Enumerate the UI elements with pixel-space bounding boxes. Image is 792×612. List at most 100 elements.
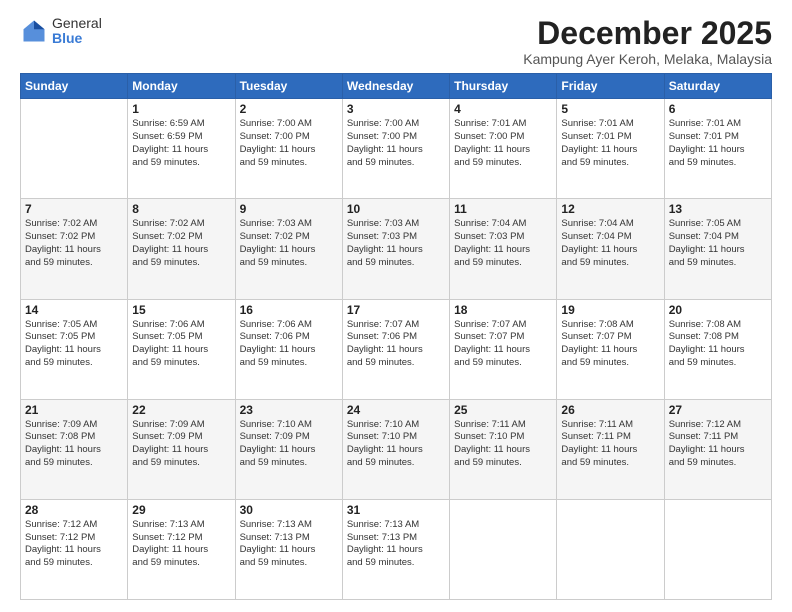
calendar-cell: 24Sunrise: 7:10 AM Sunset: 7:10 PM Dayli…: [342, 399, 449, 499]
logo-text: General Blue: [52, 16, 102, 47]
weekday-header-thursday: Thursday: [450, 74, 557, 99]
calendar-week-row: 28 Sunrise: 7:12 AM Sunset: 7:12 PM Dayli…: [21, 499, 772, 599]
day-number: 15: [132, 303, 230, 317]
weekday-header-saturday: Saturday: [664, 74, 771, 99]
day-info: Sunrise: 7:01 AM Sunset: 7:01 PM Dayligh…: [561, 118, 659, 169]
day-info: Sunrise: 7:06 AM Sunset: 7:06 PM Dayligh…: [240, 319, 338, 370]
day-number: 30: [240, 503, 338, 517]
day-info: Sunrise: 7:04 AM Sunset: 7:03 PM Dayligh…: [454, 218, 552, 269]
day-info: Sunrise: 6:59 AM Sunset: 6:59 PM Dayligh…: [132, 118, 230, 169]
calendar-cell: 1 Sunrise: 6:59 AM Sunset: 6:59 PM Daylig…: [128, 99, 235, 199]
calendar-table: SundayMondayTuesdayWednesdayThursdayFrid…: [20, 73, 772, 600]
day-info: Sunrise: 7:02 AM Sunset: 7:02 PM Dayligh…: [132, 218, 230, 269]
day-info: Sunrise: 7:10 AM Sunset: 7:09 PM Dayligh…: [240, 419, 338, 470]
calendar-cell: 26 Sunrise: 7:11 AM Sunset: 7:11 PM Dayli…: [557, 399, 664, 499]
calendar-subtitle: Kampung Ayer Keroh, Melaka, Malaysia: [523, 51, 772, 67]
calendar-cell: 11 Sunrise: 7:04 AM Sunset: 7:03 PM Dayli…: [450, 199, 557, 299]
day-number: 1: [132, 102, 230, 116]
day-info: Sunrise: 7:11 AM Sunset: 7:11 PM Dayligh…: [561, 419, 659, 470]
calendar-cell: 17 Sunrise: 7:07 AM Sunset: 7:06 PM Dayli…: [342, 299, 449, 399]
day-number: 31: [347, 503, 445, 517]
calendar-cell: 3 Sunrise: 7:00 AM Sunset: 7:00 PM Daylig…: [342, 99, 449, 199]
calendar-cell: 8Sunrise: 7:02 AM Sunset: 7:02 PM Daylig…: [128, 199, 235, 299]
day-number: 13: [669, 202, 767, 216]
logo-icon: [20, 17, 48, 45]
day-number: 28: [25, 503, 123, 517]
calendar-cell: 25 Sunrise: 7:11 AM Sunset: 7:10 PM Dayli…: [450, 399, 557, 499]
header: General Blue December 2025 Kampung Ayer …: [20, 16, 772, 67]
day-info: Sunrise: 7:08 AM Sunset: 7:07 PM Dayligh…: [561, 319, 659, 370]
calendar-week-row: 14Sunrise: 7:05 AM Sunset: 7:05 PM Dayli…: [21, 299, 772, 399]
calendar-week-row: 7 Sunrise: 7:02 AM Sunset: 7:02 PM Daylig…: [21, 199, 772, 299]
day-number: 14: [25, 303, 123, 317]
title-section: December 2025 Kampung Ayer Keroh, Melaka…: [523, 16, 772, 67]
day-number: 5: [561, 102, 659, 116]
day-number: 17: [347, 303, 445, 317]
day-info: Sunrise: 7:00 AM Sunset: 7:00 PM Dayligh…: [347, 118, 445, 169]
day-info: Sunrise: 7:10 AM Sunset: 7:10 PM Dayligh…: [347, 419, 445, 470]
day-info: Sunrise: 7:01 AM Sunset: 7:00 PM Dayligh…: [454, 118, 552, 169]
calendar-cell: 20 Sunrise: 7:08 AM Sunset: 7:08 PM Dayli…: [664, 299, 771, 399]
day-info: Sunrise: 7:05 AM Sunset: 7:04 PM Dayligh…: [669, 218, 767, 269]
day-number: 27: [669, 403, 767, 417]
day-info: Sunrise: 7:04 AM Sunset: 7:04 PM Dayligh…: [561, 218, 659, 269]
day-number: 10: [347, 202, 445, 216]
calendar-week-row: 1 Sunrise: 6:59 AM Sunset: 6:59 PM Daylig…: [21, 99, 772, 199]
day-info: Sunrise: 7:08 AM Sunset: 7:08 PM Dayligh…: [669, 319, 767, 370]
day-info: Sunrise: 7:13 AM Sunset: 7:12 PM Dayligh…: [132, 519, 230, 570]
day-number: 2: [240, 102, 338, 116]
day-number: 18: [454, 303, 552, 317]
day-number: 25: [454, 403, 552, 417]
day-number: 3: [347, 102, 445, 116]
calendar-cell: 12 Sunrise: 7:04 AM Sunset: 7:04 PM Dayli…: [557, 199, 664, 299]
day-number: 16: [240, 303, 338, 317]
calendar-cell: 14Sunrise: 7:05 AM Sunset: 7:05 PM Dayli…: [21, 299, 128, 399]
calendar-cell: [664, 499, 771, 599]
calendar-cell: 5 Sunrise: 7:01 AM Sunset: 7:01 PM Daylig…: [557, 99, 664, 199]
day-info: Sunrise: 7:11 AM Sunset: 7:10 PM Dayligh…: [454, 419, 552, 470]
logo-blue-text: Blue: [52, 31, 102, 46]
calendar-cell: 7 Sunrise: 7:02 AM Sunset: 7:02 PM Daylig…: [21, 199, 128, 299]
calendar-cell: 31 Sunrise: 7:13 AM Sunset: 7:13 PM Dayli…: [342, 499, 449, 599]
day-info: Sunrise: 7:02 AM Sunset: 7:02 PM Dayligh…: [25, 218, 123, 269]
calendar-cell: 28 Sunrise: 7:12 AM Sunset: 7:12 PM Dayli…: [21, 499, 128, 599]
day-info: Sunrise: 7:03 AM Sunset: 7:02 PM Dayligh…: [240, 218, 338, 269]
day-info: Sunrise: 7:12 AM Sunset: 7:12 PM Dayligh…: [25, 519, 123, 570]
page: General Blue December 2025 Kampung Ayer …: [0, 0, 792, 612]
day-number: 23: [240, 403, 338, 417]
weekday-header-sunday: Sunday: [21, 74, 128, 99]
day-number: 12: [561, 202, 659, 216]
day-number: 11: [454, 202, 552, 216]
logo-general-text: General: [52, 16, 102, 31]
day-info: Sunrise: 7:09 AM Sunset: 7:08 PM Dayligh…: [25, 419, 123, 470]
day-number: 4: [454, 102, 552, 116]
day-info: Sunrise: 7:07 AM Sunset: 7:07 PM Dayligh…: [454, 319, 552, 370]
calendar-cell: 2 Sunrise: 7:00 AM Sunset: 7:00 PM Daylig…: [235, 99, 342, 199]
day-info: Sunrise: 7:03 AM Sunset: 7:03 PM Dayligh…: [347, 218, 445, 269]
day-number: 19: [561, 303, 659, 317]
calendar-cell: 22Sunrise: 7:09 AM Sunset: 7:09 PM Dayli…: [128, 399, 235, 499]
day-number: 21: [25, 403, 123, 417]
calendar-cell: [557, 499, 664, 599]
calendar-cell: 27Sunrise: 7:12 AM Sunset: 7:11 PM Dayli…: [664, 399, 771, 499]
weekday-header-friday: Friday: [557, 74, 664, 99]
day-info: Sunrise: 7:07 AM Sunset: 7:06 PM Dayligh…: [347, 319, 445, 370]
day-info: Sunrise: 7:06 AM Sunset: 7:05 PM Dayligh…: [132, 319, 230, 370]
logo: General Blue: [20, 16, 102, 47]
calendar-cell: [450, 499, 557, 599]
day-info: Sunrise: 7:09 AM Sunset: 7:09 PM Dayligh…: [132, 419, 230, 470]
calendar-cell: 29Sunrise: 7:13 AM Sunset: 7:12 PM Dayli…: [128, 499, 235, 599]
day-number: 7: [25, 202, 123, 216]
day-info: Sunrise: 7:00 AM Sunset: 7:00 PM Dayligh…: [240, 118, 338, 169]
day-info: Sunrise: 7:13 AM Sunset: 7:13 PM Dayligh…: [347, 519, 445, 570]
calendar-cell: 10 Sunrise: 7:03 AM Sunset: 7:03 PM Dayli…: [342, 199, 449, 299]
day-number: 20: [669, 303, 767, 317]
calendar-cell: 4 Sunrise: 7:01 AM Sunset: 7:00 PM Daylig…: [450, 99, 557, 199]
day-number: 9: [240, 202, 338, 216]
calendar-title: December 2025: [523, 16, 772, 51]
calendar-cell: 21 Sunrise: 7:09 AM Sunset: 7:08 PM Dayli…: [21, 399, 128, 499]
day-number: 26: [561, 403, 659, 417]
calendar-week-row: 21 Sunrise: 7:09 AM Sunset: 7:08 PM Dayli…: [21, 399, 772, 499]
calendar-cell: 18 Sunrise: 7:07 AM Sunset: 7:07 PM Dayli…: [450, 299, 557, 399]
calendar-cell: 9 Sunrise: 7:03 AM Sunset: 7:02 PM Daylig…: [235, 199, 342, 299]
